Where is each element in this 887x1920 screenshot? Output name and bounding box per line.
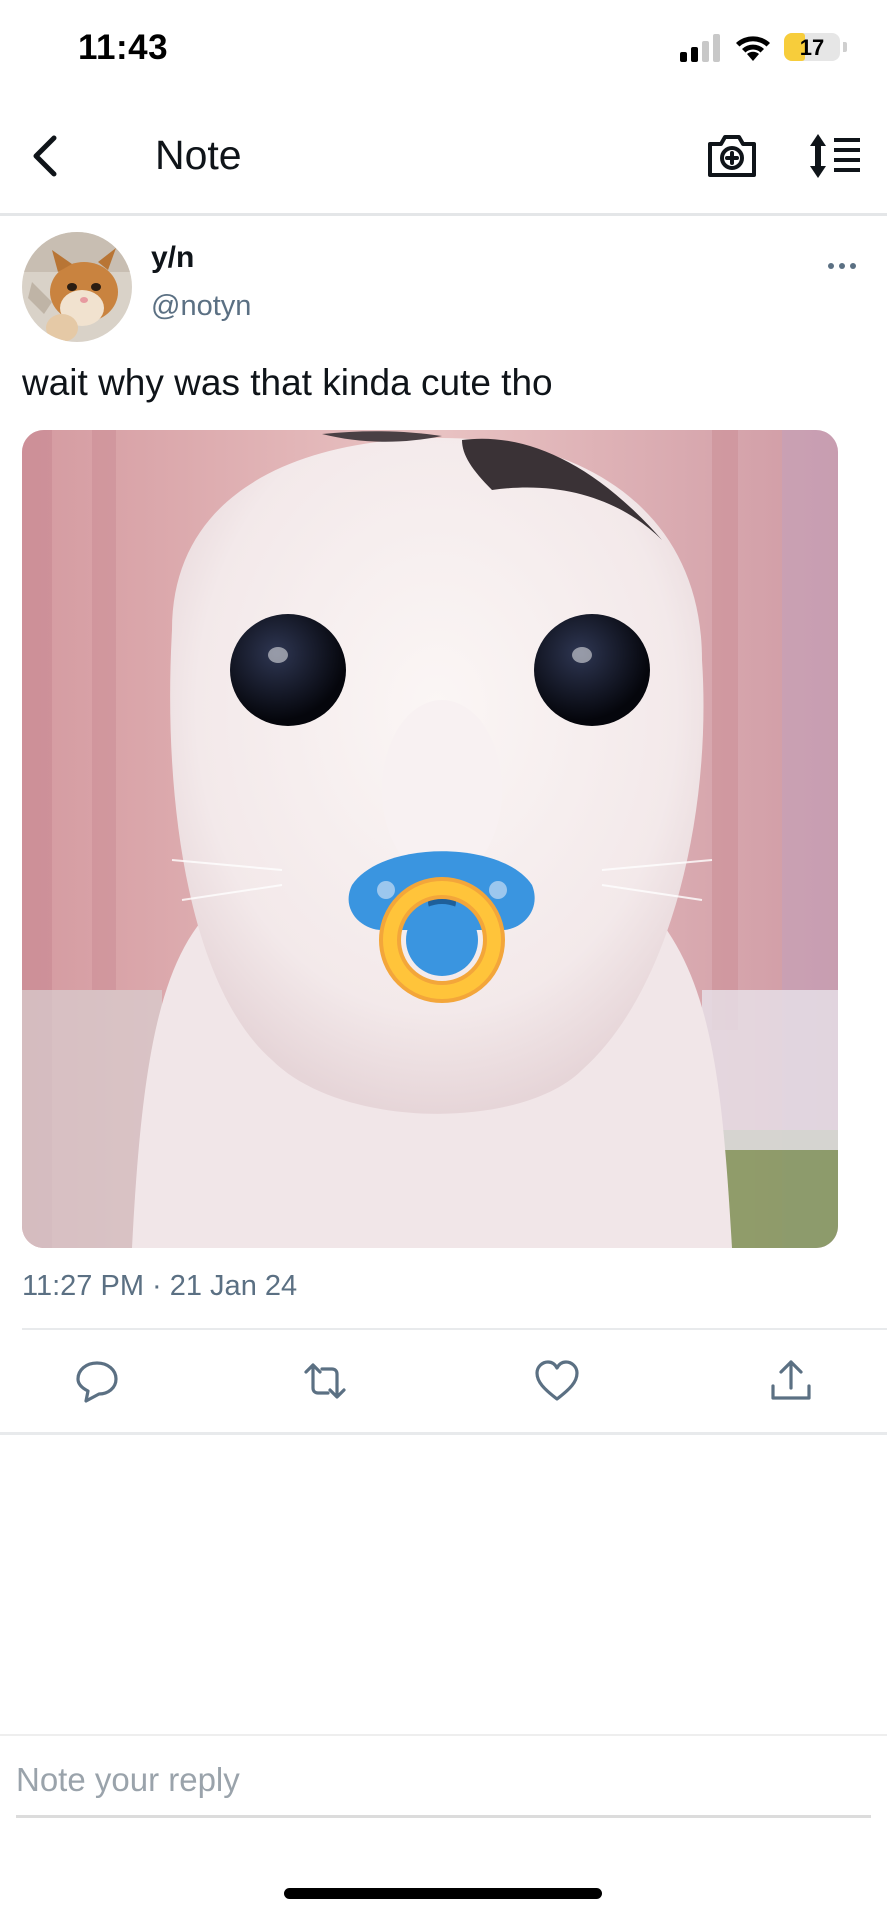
heart-icon[interactable] [534, 1358, 580, 1404]
battery-tip [843, 42, 847, 52]
camera-plus-icon[interactable] [706, 130, 758, 180]
status-time: 11:43 [78, 28, 169, 67]
post-image[interactable] [22, 430, 838, 1248]
sort-list-icon[interactable] [808, 132, 862, 180]
divider [0, 1432, 887, 1435]
author-name[interactable]: y/n [151, 241, 194, 275]
home-indicator[interactable] [284, 1888, 602, 1899]
author-handle[interactable]: @notyn [151, 290, 251, 323]
wifi-icon [736, 36, 770, 61]
back-button[interactable] [24, 128, 68, 184]
battery-indicator: 17 [784, 33, 840, 61]
divider [0, 1734, 887, 1736]
avatar[interactable] [22, 232, 132, 342]
battery-level: 17 [799, 35, 825, 60]
post-timestamp: 11:27 PM · 21 Jan 24 [22, 1270, 298, 1302]
page-title: Note [155, 132, 242, 178]
status-bar: 11:43 17 [0, 0, 887, 96]
repost-icon[interactable] [302, 1358, 348, 1404]
app-screen: 11:43 17 Note y/n @notyn wait why was th… [0, 0, 887, 1920]
cellular-signal-icon [680, 34, 720, 62]
reply-input[interactable] [16, 1758, 871, 1818]
header: Note [0, 96, 887, 216]
more-horizontal-icon[interactable] [826, 258, 858, 274]
divider [22, 1328, 887, 1330]
comment-icon[interactable] [74, 1358, 120, 1404]
post-text: wait why was that kinda cute tho [22, 362, 553, 403]
share-icon[interactable] [768, 1358, 814, 1404]
